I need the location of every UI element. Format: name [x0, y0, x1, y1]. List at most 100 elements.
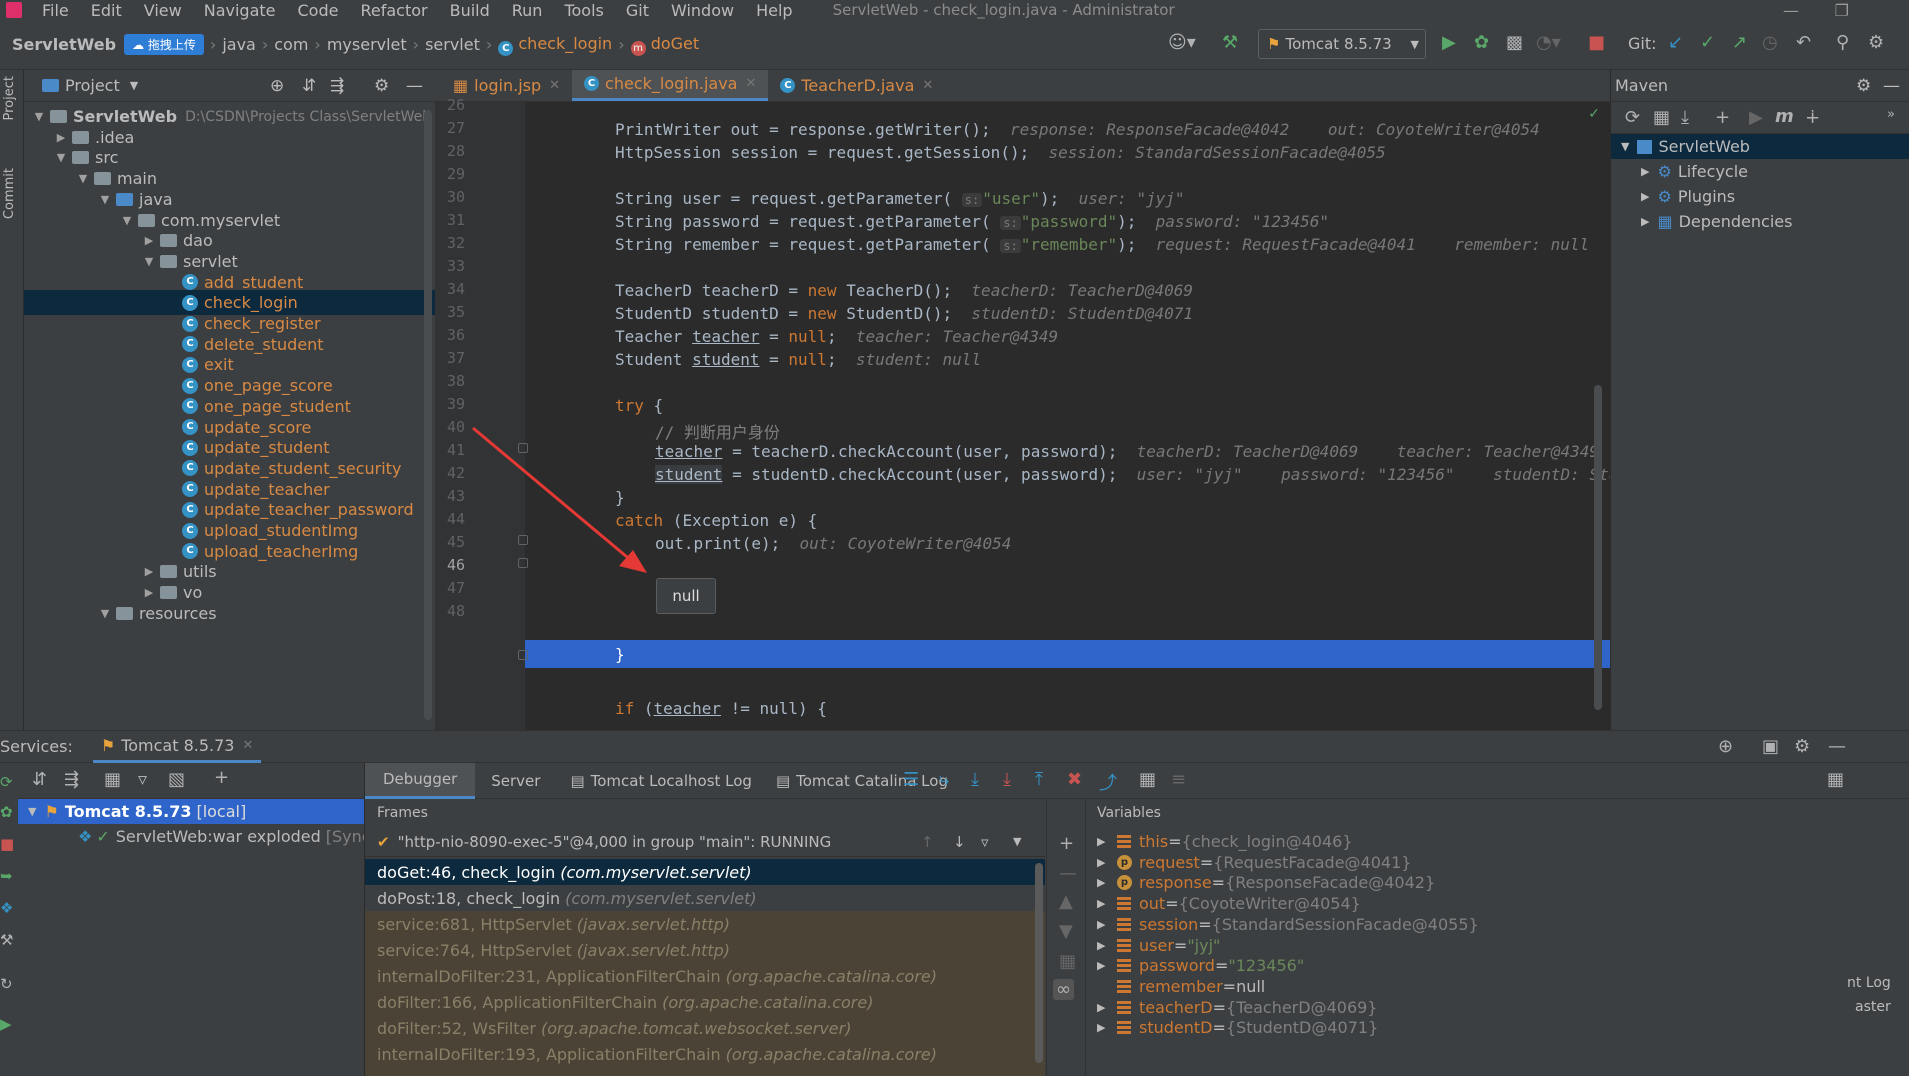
chevron-down-icon[interactable]: ▼	[130, 79, 138, 92]
maven-tree-item[interactable]: ▶ ⚙ Plugins	[1611, 184, 1909, 209]
chevron-down-icon[interactable]: ▼	[28, 805, 36, 818]
wrench-icon[interactable]: ⚒	[0, 931, 13, 949]
menu-edit[interactable]: Edit	[91, 1, 122, 20]
menu-git[interactable]: Git	[626, 1, 649, 20]
frame-row[interactable]: doGet:46, check_login (com.myservlet.serv…	[365, 859, 1045, 885]
locate-icon[interactable]: ⊕	[270, 76, 284, 96]
skip-tests-icon[interactable]: ∔	[1805, 107, 1820, 128]
chevron-down-icon[interactable]: ▼	[1621, 140, 1629, 153]
coverage-icon[interactable]: ▩	[1506, 32, 1523, 53]
move-down-icon[interactable]: ▼	[1059, 921, 1073, 942]
menu-view[interactable]: View	[144, 1, 182, 20]
close-icon[interactable]: ✕	[242, 738, 253, 753]
collapse-all-icon[interactable]: ⇶	[64, 769, 79, 790]
add-icon[interactable]: +	[1715, 107, 1730, 128]
filter-icon[interactable]: ▿	[138, 769, 147, 790]
menu-help[interactable]: Help	[756, 1, 792, 20]
frame-row[interactable]: doFilter:52, WsFilter (org.apache.tomcat.…	[365, 1015, 1045, 1041]
profile-icon[interactable]: ◔▾	[1536, 32, 1561, 53]
layout-settings-icon[interactable]: ▦	[1827, 769, 1844, 790]
thread-selector[interactable]: ✔ "http-nio-8090-exec-5"@4,000 in group …	[365, 827, 1045, 857]
menu-window[interactable]: Window	[671, 1, 734, 20]
commit-tool-tab[interactable]: Commit	[2, 168, 17, 219]
step-out-icon[interactable]: ⤒	[1035, 769, 1043, 790]
gear-icon[interactable]: ⚙	[1794, 736, 1810, 757]
menu-refactor[interactable]: Refactor	[360, 1, 427, 20]
hide-icon[interactable]: —	[1883, 76, 1900, 96]
tab-catalina-log[interactable]: ▤ Tomcat Catalina Log	[766, 772, 958, 790]
chevron-down-icon[interactable]: ▼	[98, 193, 112, 206]
breadcrumb-myservlet[interactable]: myservlet	[327, 35, 407, 54]
build-hammer-icon[interactable]: ⚒	[1222, 32, 1238, 53]
frame-row[interactable]: doPost:18, check_login (com.myservlet.ser…	[365, 885, 1045, 911]
maven-tree-item[interactable]: ▶ ⚙ Lifecycle	[1611, 159, 1909, 184]
debug-icon[interactable]: ✿	[0, 803, 13, 821]
step-over-icon[interactable]: ⤷	[939, 769, 949, 790]
breadcrumb-java[interactable]: java	[222, 35, 256, 54]
editor-scrollbar[interactable]	[1594, 385, 1602, 710]
add-watch-icon[interactable]: +	[1059, 833, 1074, 854]
chevron-down-icon[interactable]: ▼	[98, 607, 112, 620]
run-icon[interactable]: ▶	[1749, 107, 1763, 128]
maven-goal-icon[interactable]: m	[1775, 106, 1794, 127]
chevron-right-icon[interactable]: ▶	[1097, 897, 1111, 910]
chevron-right-icon[interactable]: ▶	[1097, 876, 1111, 889]
tab-debugger[interactable]: Debugger	[365, 762, 476, 799]
menu-file[interactable]: File	[42, 1, 69, 20]
add-folder-icon[interactable]: ▦	[1653, 107, 1670, 128]
frame-row[interactable]: service:764, HttpServlet (javax.servlet.h…	[365, 937, 1045, 963]
breadcrumb-com[interactable]: com	[274, 35, 308, 54]
git-commit-icon[interactable]: ✓	[1700, 32, 1715, 53]
gear-icon[interactable]: ⚙	[1868, 32, 1884, 53]
frame-row[interactable]: internalDoFilter:231, ApplicationFilterC…	[365, 963, 1045, 989]
chevron-down-icon[interactable]: ▼	[76, 172, 90, 185]
breadcrumb-project[interactable]: ServletWeb	[12, 35, 116, 54]
chevron-down-icon[interactable]: ▼	[32, 110, 46, 123]
trace-icon[interactable]: ≡	[1171, 769, 1186, 790]
frame-row[interactable]: service:681, HttpServlet (javax.servlet.h…	[365, 911, 1045, 937]
chevron-down-icon[interactable]: ▼	[1013, 835, 1021, 848]
new-tab-icon[interactable]: ▧	[168, 769, 185, 790]
breadcrumb-method[interactable]: m doGet	[630, 34, 699, 56]
services-tree-item-tomcat[interactable]: ▼ ⚑ Tomcat 8.5.73 [local]	[18, 799, 364, 824]
git-update-icon[interactable]: ↙	[1668, 32, 1683, 53]
refresh-icon[interactable]: ↻	[0, 975, 13, 993]
minimize-icon[interactable]: —	[1783, 1, 1799, 20]
tab-server[interactable]: Server	[475, 772, 556, 790]
rerun-icon[interactable]: ⟳	[0, 773, 13, 791]
gear-icon[interactable]: ⚙	[374, 76, 389, 96]
group-icon[interactable]: ▦	[104, 769, 121, 790]
drop-frame-icon[interactable]: ✖	[1067, 769, 1082, 790]
tree-item[interactable]: ▼ resources	[24, 601, 435, 626]
upload-badge[interactable]: ☁ 拖拽上传	[124, 34, 204, 55]
services-tab[interactable]: ⚑ Tomcat 8.5.73 ✕	[92, 731, 262, 763]
arrow-down-icon[interactable]: ↓	[953, 833, 966, 851]
layout-icon[interactable]: ▣	[1762, 736, 1779, 757]
gear-icon[interactable]: ⚙	[1856, 76, 1871, 96]
project-panel-title[interactable]: Project	[65, 76, 120, 95]
locate-icon[interactable]: ⊕	[1718, 736, 1733, 757]
hide-icon[interactable]: —	[1828, 736, 1846, 757]
hide-icon[interactable]: —	[406, 76, 423, 96]
chevron-down-icon[interactable]: ▼	[142, 255, 156, 268]
force-step-into-icon[interactable]: ⤓	[1003, 769, 1011, 790]
filter-icon[interactable]: ▿	[981, 833, 989, 851]
maven-tree-item[interactable]: ▶ ▦ Dependencies	[1611, 209, 1909, 234]
chevron-right-icon[interactable]: ▶	[1097, 939, 1111, 952]
copy-icon[interactable]: ▦	[1059, 951, 1076, 972]
user-icon[interactable]: ☺▾	[1168, 32, 1196, 53]
chevron-right-icon[interactable]: ▶	[1641, 215, 1649, 228]
more-icon[interactable]: »	[1887, 107, 1895, 122]
chevron-down-icon[interactable]: ▼	[54, 151, 68, 164]
artifact-icon[interactable]: ❖	[0, 899, 13, 917]
frames-scrollbar[interactable]	[1035, 863, 1043, 1063]
chevron-right-icon[interactable]: ▶	[142, 234, 156, 247]
chevron-right-icon[interactable]: ▶	[1097, 835, 1111, 848]
git-push-icon[interactable]: ↗	[1732, 32, 1747, 53]
frame-row[interactable]: internalDoFilter:193, ApplicationFilterC…	[365, 1041, 1045, 1067]
history-icon[interactable]: ◷	[1762, 32, 1778, 53]
chevron-right-icon[interactable]: ▶	[142, 586, 156, 599]
stop-icon[interactable]: ■	[1588, 32, 1605, 53]
breadcrumb-class[interactable]: C check_login	[498, 34, 612, 56]
reload-icon[interactable]: ⟳	[1625, 107, 1640, 128]
